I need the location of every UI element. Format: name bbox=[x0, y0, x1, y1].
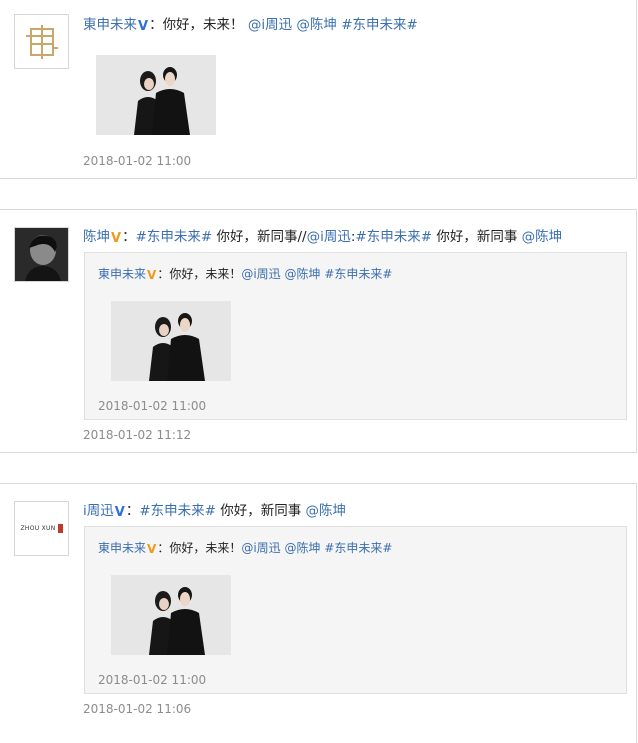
post-text: 你好，新同事 bbox=[436, 229, 518, 245]
quoted-content: 東申未来V：你好，未来！@i周迅 @陈坤 #东申未来# bbox=[98, 539, 392, 556]
verified-badge-icon: V bbox=[147, 542, 157, 556]
colon: ： bbox=[125, 503, 140, 519]
post-timestamp[interactable]: 2018-01-02 11:00 bbox=[83, 154, 191, 168]
mention-link[interactable]: @陈坤 bbox=[522, 229, 563, 245]
dongshen-logo-icon bbox=[25, 24, 58, 59]
hashtag-link[interactable]: #东申未来# bbox=[136, 229, 213, 245]
quoted-post[interactable]: 東申未来V：你好，未来！@i周迅 @陈坤 #东申未来# 2018-01-02 1… bbox=[84, 526, 627, 694]
hashtag-link[interactable]: #东申未来# bbox=[324, 541, 392, 555]
colon: ： bbox=[157, 541, 170, 555]
hashtag-link[interactable]: #东申未来# bbox=[355, 229, 432, 245]
quoted-content: 東申未来V：你好，未来！@i周迅 @陈坤 #东申未来# bbox=[98, 265, 392, 282]
post-text: 你好，新同事// bbox=[216, 229, 307, 245]
quoted-text: 你好，未来！ bbox=[169, 267, 242, 281]
mention-link[interactable]: @i周迅 bbox=[241, 541, 280, 555]
zhou-xun-logo-icon: ZHOU XUN bbox=[20, 524, 63, 533]
mention-link[interactable]: @陈坤 bbox=[306, 503, 347, 519]
quoted-text: 你好，未来！ bbox=[169, 541, 242, 555]
avatar[interactable] bbox=[14, 227, 69, 282]
post-card: ZHOU XUN i周迅V：#东申未来# 你好，新同事 @陈坤 東申未来V：你好… bbox=[0, 483, 637, 743]
colon: ： bbox=[122, 229, 136, 245]
post-text: 你好，未来！ bbox=[162, 17, 244, 33]
quoted-user-link[interactable]: 東申未来 bbox=[98, 541, 146, 555]
colon: ： bbox=[157, 267, 170, 281]
hashtag-link[interactable]: #东申未来# bbox=[341, 17, 418, 33]
hashtag-link[interactable]: #东申未来# bbox=[139, 503, 216, 519]
post-content: 東申未来V：你好，未来！ @i周迅 @陈坤 #东申未来# bbox=[83, 16, 418, 36]
verified-badge-icon: V bbox=[114, 505, 125, 520]
mention-link[interactable]: @陈坤 bbox=[285, 541, 321, 555]
post-card: 陈坤V：#东申未来# 你好，新同事//@i周迅:#东申未来# 你好，新同事 @陈… bbox=[0, 209, 637, 453]
couple-photo-image bbox=[111, 301, 231, 381]
hashtag-link[interactable]: #东申未来# bbox=[324, 267, 392, 281]
mention-link[interactable]: @i周迅 bbox=[241, 267, 280, 281]
user-name-link[interactable]: 陈坤 bbox=[83, 229, 110, 245]
quoted-photo[interactable] bbox=[111, 301, 231, 381]
mention-link[interactable]: @陈坤 bbox=[285, 267, 321, 281]
mention-link[interactable]: @陈坤 bbox=[296, 17, 337, 33]
couple-photo-image bbox=[111, 575, 231, 655]
quoted-timestamp[interactable]: 2018-01-02 11:00 bbox=[98, 399, 206, 413]
post-text: 你好，新同事 bbox=[220, 503, 302, 519]
colon: ： bbox=[149, 17, 163, 33]
mention-link[interactable]: @i周迅 bbox=[307, 229, 351, 245]
avatar[interactable] bbox=[14, 14, 69, 69]
post-content: 陈坤V：#东申未来# 你好，新同事//@i周迅:#东申未来# 你好，新同事 @陈… bbox=[83, 228, 562, 248]
couple-photo-image bbox=[96, 55, 216, 135]
user-name-link[interactable]: i周迅 bbox=[83, 503, 114, 519]
post-photo[interactable] bbox=[96, 55, 216, 135]
chen-kun-avatar-icon bbox=[15, 228, 68, 281]
avatar-text: ZHOU XUN bbox=[20, 525, 56, 532]
user-name-link[interactable]: 東申未来 bbox=[83, 17, 137, 33]
verified-badge-icon: V bbox=[111, 231, 122, 246]
verified-badge-icon: V bbox=[138, 19, 149, 34]
quoted-user-link[interactable]: 東申未来 bbox=[98, 267, 146, 281]
quoted-post[interactable]: 東申未来V：你好，未来！@i周迅 @陈坤 #东申未来# 2018-01-02 1… bbox=[84, 252, 627, 420]
post-timestamp[interactable]: 2018-01-02 11:06 bbox=[83, 702, 191, 716]
post-card: 東申未来V：你好，未来！ @i周迅 @陈坤 #东申未来# 2018-01-02 … bbox=[0, 0, 637, 179]
quoted-timestamp[interactable]: 2018-01-02 11:00 bbox=[98, 673, 206, 687]
seal-mark bbox=[57, 524, 63, 533]
quoted-photo[interactable] bbox=[111, 575, 231, 655]
avatar[interactable]: ZHOU XUN bbox=[14, 501, 69, 556]
post-timestamp[interactable]: 2018-01-02 11:12 bbox=[83, 428, 191, 442]
verified-badge-icon: V bbox=[147, 268, 157, 282]
post-content: i周迅V：#东申未来# 你好，新同事 @陈坤 bbox=[83, 502, 346, 522]
mention-link[interactable]: @i周迅 bbox=[248, 17, 292, 33]
